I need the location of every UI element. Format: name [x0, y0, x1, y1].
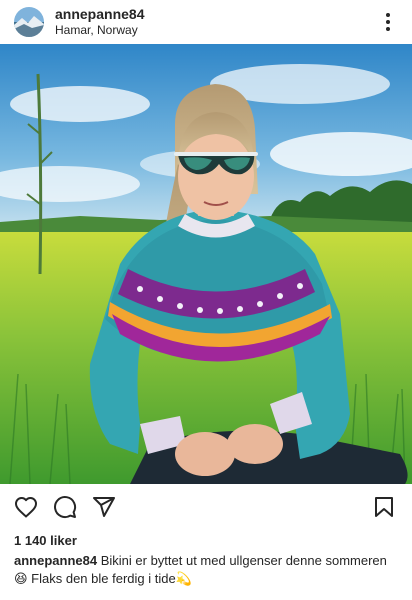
caption-username[interactable]: annepanne84 [14, 553, 97, 568]
send-icon [93, 497, 115, 517]
post-caption: annepanne84 Bikini er byttet ut med ullg… [14, 552, 404, 588]
heart-icon [15, 497, 37, 518]
comment-button[interactable] [51, 493, 79, 521]
avatar[interactable] [14, 7, 44, 37]
share-button[interactable] [90, 493, 118, 521]
post-header: annepanne84 Hamar, Norway [0, 0, 412, 44]
bookmark-icon [375, 497, 393, 517]
more-options-button[interactable] [376, 7, 400, 37]
post-actions [0, 484, 412, 530]
like-button[interactable] [12, 493, 40, 521]
more-options-icon [386, 13, 390, 31]
post-user-info: annepanne84 Hamar, Norway [55, 6, 376, 38]
post-username[interactable]: annepanne84 [55, 6, 376, 23]
post-location[interactable]: Hamar, Norway [55, 23, 376, 38]
save-button[interactable] [370, 493, 398, 521]
likes-count[interactable]: 1 140 liker [14, 533, 77, 549]
comment-icon [54, 496, 77, 519]
post-photo[interactable] [0, 44, 412, 484]
